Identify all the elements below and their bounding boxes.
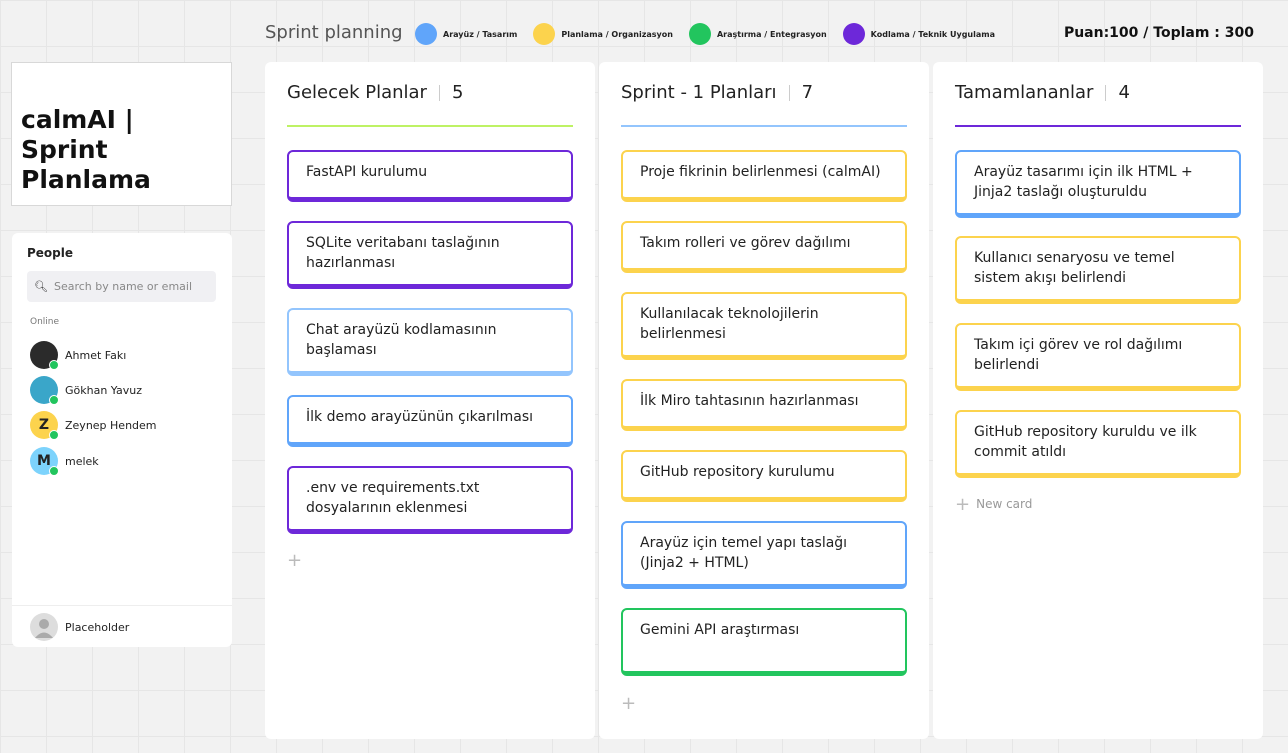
legend-label: Arayüz / Tasarım	[443, 29, 518, 39]
user-name: melek	[65, 454, 99, 468]
user-name: Gökhan Yavuz	[65, 383, 143, 397]
people-title: People	[27, 246, 74, 260]
card[interactable]: Takım rolleri ve görev dağılımı	[621, 221, 907, 273]
column-count: 7	[801, 82, 814, 103]
column-accent-line	[621, 125, 907, 127]
legend-item-ui[interactable]: Arayüz / Tasarım	[415, 23, 517, 45]
legend-label: Kodlama / Teknik Uygulama	[870, 29, 995, 39]
card[interactable]: SQLite veritabanı taslağının hazırlanmas…	[287, 221, 573, 289]
column-accent-line	[955, 125, 1241, 127]
column-title: Sprint - 1 Planları	[621, 82, 777, 103]
card[interactable]: Proje fikrinin belirlenmesi (calmAI)	[621, 150, 907, 202]
column-count: 5	[451, 82, 464, 103]
column-count: 4	[1118, 82, 1130, 103]
placeholder-user[interactable]: Placeholder	[30, 613, 129, 641]
legend-dot	[415, 23, 437, 45]
card[interactable]: Kullanılacak teknolojilerin belirlenmesi	[621, 292, 907, 360]
column-header[interactable]: Sprint - 1 Planları 7	[621, 82, 813, 103]
column-gelecek-planlar: Gelecek Planlar 5 FastAPI kurulumu SQLit…	[265, 62, 595, 739]
new-card-label: New card	[976, 497, 1033, 511]
column-sprint-1-planlari: Sprint - 1 Planları 7 Proje fikrinin bel…	[599, 62, 929, 739]
add-card-button[interactable]: +	[621, 693, 636, 714]
avatar	[30, 376, 59, 405]
card[interactable]: Gemini API araştırması	[621, 608, 907, 676]
avatar: M	[30, 447, 59, 476]
score-label: Puan:100 / Toplam : 300	[1063, 25, 1254, 41]
card[interactable]: GitHub repository kuruldu ve ilk commit …	[955, 410, 1241, 478]
legend-dot	[533, 23, 556, 45]
user-name: Zeynep Hendem	[65, 418, 157, 432]
user-item[interactable]: Gökhan Yavuz	[30, 376, 143, 405]
legend-label: Planlama / Organizasyon	[561, 29, 673, 39]
divider	[1105, 84, 1107, 101]
online-status-dot	[49, 395, 59, 405]
card[interactable]: .env ve requirements.txt dosyalarının ek…	[287, 466, 573, 534]
user-name: Ahmet Fakı	[65, 348, 127, 362]
legend-dot	[842, 23, 865, 45]
column-header[interactable]: Tamamlananlar 4	[955, 82, 1130, 103]
card[interactable]: Kullanıcı senaryosu ve temel sistem akış…	[955, 236, 1241, 304]
online-status-dot	[49, 466, 59, 476]
online-status-dot	[49, 360, 59, 370]
card[interactable]: İlk demo arayüzünün çıkarılması	[287, 395, 573, 447]
search-icon: 🔍︎	[34, 280, 48, 293]
legend-item-research[interactable]: Araştırma / Entegrasyon	[688, 23, 827, 45]
online-status-dot	[49, 430, 59, 440]
plus-icon: +	[955, 494, 971, 515]
column-accent-line	[287, 125, 573, 127]
add-card-button[interactable]: +	[287, 550, 302, 571]
color-legend: Arayüz / Tasarım Planlama / Organizasyon…	[415, 22, 1011, 46]
card[interactable]: Takım içi görev ve rol dağılımı belirlen…	[955, 323, 1241, 391]
user-item[interactable]: Z Zeynep Hendem	[30, 411, 157, 440]
card[interactable]: FastAPI kurulumu	[287, 150, 573, 202]
card[interactable]: GitHub repository kurulumu	[621, 450, 907, 502]
user-item[interactable]: Ahmet Fakı	[30, 341, 127, 370]
card[interactable]: Arayüz tasarımı için ilk HTML + Jinja2 t…	[955, 150, 1241, 218]
placeholder-avatar-icon	[30, 613, 58, 641]
page-title: Sprint planning	[265, 22, 403, 43]
column-title: Tamamlananlar	[955, 82, 1094, 103]
plus-icon: +	[621, 693, 637, 714]
legend-item-planning[interactable]: Planlama / Organizasyon	[533, 23, 673, 45]
divider	[12, 605, 232, 606]
avatar-initial: Z	[38, 417, 50, 433]
legend-dot	[688, 23, 711, 45]
column-header[interactable]: Gelecek Planlar 5	[287, 82, 463, 103]
card[interactable]: Chat arayüzü kodlamasının başlaması	[287, 308, 573, 376]
online-label: Online	[30, 317, 60, 327]
user-item[interactable]: M melek	[30, 447, 99, 476]
divider	[438, 84, 440, 101]
avatar: Z	[30, 411, 59, 440]
column-title: Gelecek Planlar	[287, 82, 427, 103]
plus-icon: +	[287, 550, 303, 571]
people-search[interactable]: 🔍︎	[27, 271, 216, 302]
avatar	[30, 341, 59, 370]
people-panel: People 🔍︎ Online Ahmet Fakı Gökhan Yavuz…	[12, 233, 232, 647]
column-tamamlananlar: Tamamlananlar 4 Arayüz tasarımı için ilk…	[933, 62, 1263, 739]
card[interactable]: Arayüz için temel yapı taslağı (Jinja2 +…	[621, 521, 907, 589]
search-input[interactable]	[53, 280, 204, 293]
legend-label: Araştırma / Entegrasyon	[716, 29, 827, 39]
divider	[788, 84, 790, 101]
user-name: Placeholder	[65, 620, 130, 634]
board-title: calmAI | Sprint Planlama	[21, 105, 151, 194]
new-card-button[interactable]: + New card	[955, 494, 1032, 515]
board-title-card[interactable]: calmAI | Sprint Planlama	[11, 62, 232, 206]
avatar-initial: M	[37, 453, 51, 469]
card[interactable]: İlk Miro tahtasının hazırlanması	[621, 379, 907, 431]
legend-item-coding[interactable]: Kodlama / Teknik Uygulama	[842, 23, 995, 45]
